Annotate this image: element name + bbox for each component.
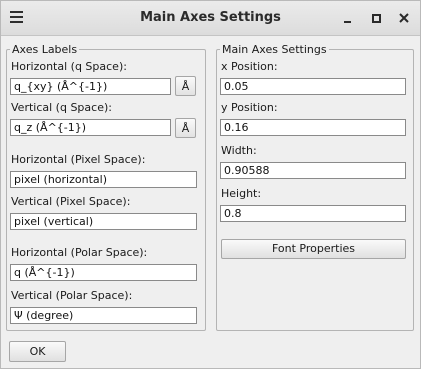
settings-window: Main Axes Settings Axes Labels Horizonta… (0, 0, 421, 369)
horizontal-pixel-field[interactable]: pixel (horizontal) (10, 171, 197, 188)
vertical-q-label: Vertical (q Space): (11, 101, 112, 114)
horizontal-q-angstrom-button[interactable]: Å (175, 76, 196, 96)
title-bar: Main Axes Settings (1, 1, 420, 36)
y-position-label: y Position: (221, 101, 278, 114)
vertical-q-angstrom-button[interactable]: Å (175, 118, 196, 138)
width-label: Width: (221, 144, 257, 157)
horizontal-pixel-label: Horizontal (Pixel Space): (11, 153, 146, 166)
vertical-pixel-field[interactable]: pixel (vertical) (10, 213, 197, 230)
y-position-field[interactable]: 0.16 (220, 119, 406, 136)
vertical-polar-field[interactable]: Ψ (degree) (10, 307, 197, 324)
horizontal-polar-field[interactable]: q (Å^{-1}) (10, 264, 197, 281)
horizontal-polar-label: Horizontal (Polar Space): (11, 246, 148, 259)
main-axes-settings-group-title: Main Axes Settings (222, 43, 327, 56)
x-position-field[interactable]: 0.05 (220, 78, 406, 95)
font-properties-button[interactable]: Font Properties (221, 239, 406, 259)
width-field[interactable]: 0.90588 (220, 162, 406, 179)
vertical-pixel-label: Vertical (Pixel Space): (11, 195, 131, 208)
axes-labels-group-title: Axes Labels (12, 43, 78, 56)
vertical-polar-label: Vertical (Polar Space): (11, 289, 133, 302)
ok-button[interactable]: OK (9, 341, 66, 362)
x-position-label: x Position: (221, 60, 278, 73)
height-label: Height: (221, 187, 262, 200)
minimize-icon[interactable] (340, 9, 358, 27)
horizontal-q-field[interactable]: q_{xy} (Å^{-1}) (10, 78, 171, 95)
horizontal-q-label: Horizontal (q Space): (11, 60, 127, 73)
close-icon[interactable] (396, 9, 414, 27)
vertical-q-field[interactable]: q_z (Å^{-1}) (10, 119, 171, 136)
height-field[interactable]: 0.8 (220, 205, 406, 222)
maximize-icon[interactable] (368, 9, 386, 27)
